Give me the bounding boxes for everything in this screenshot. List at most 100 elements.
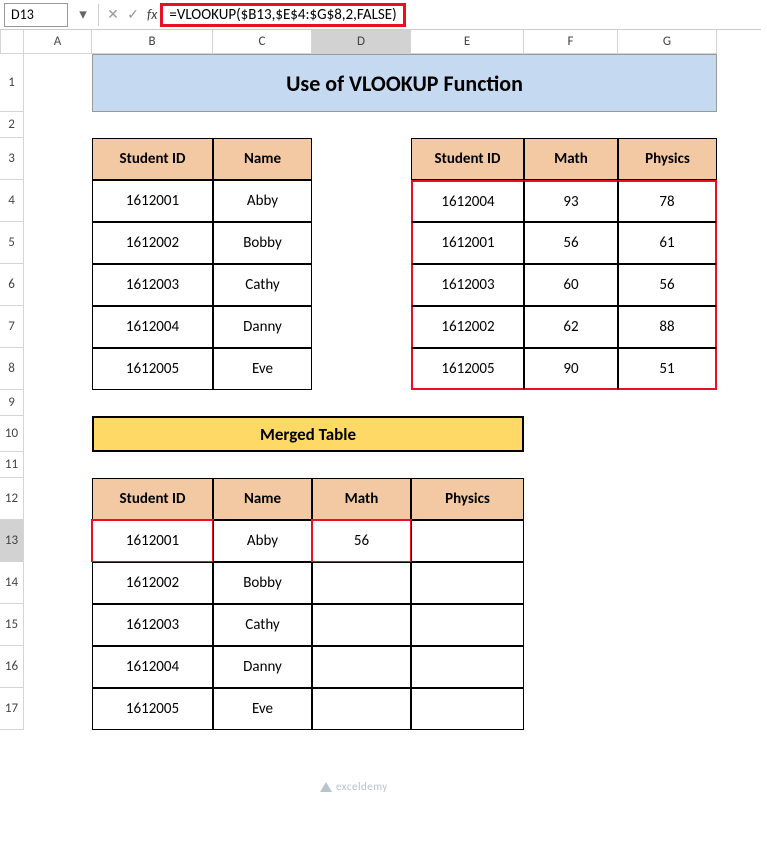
cell-D14[interactable] xyxy=(312,562,411,604)
cell-B7[interactable]: 1612004 xyxy=(92,306,213,348)
row-header-7[interactable]: 7 xyxy=(0,306,24,348)
col-header-B[interactable]: B xyxy=(92,30,213,54)
cell-G3[interactable]: Physics xyxy=(618,138,717,180)
cell-D12[interactable]: Math xyxy=(312,478,411,520)
cell-E2[interactable] xyxy=(411,112,524,138)
cell-B16[interactable]: 1612004 xyxy=(92,646,213,688)
cell-F2[interactable] xyxy=(524,112,618,138)
cell-E6[interactable]: 1612003 xyxy=(411,264,524,306)
cell-F9[interactable] xyxy=(524,390,618,416)
cell-G7[interactable]: 88 xyxy=(618,306,717,348)
cell-C7[interactable]: Danny xyxy=(213,306,312,348)
cell-C5[interactable]: Bobby xyxy=(213,222,312,264)
cell-B12[interactable]: Student ID xyxy=(92,478,213,520)
cell-D13[interactable]: 56 xyxy=(312,520,411,562)
name-box[interactable]: D13 xyxy=(4,3,68,27)
cell-E4[interactable]: 1612004 xyxy=(411,180,524,222)
cell-D7[interactable] xyxy=(312,306,411,348)
cell-A13[interactable] xyxy=(24,520,92,562)
col-header-D[interactable]: D xyxy=(312,30,411,54)
cell-G12[interactable] xyxy=(618,478,717,520)
cell-E14[interactable] xyxy=(411,562,524,604)
cell-E7[interactable]: 1612002 xyxy=(411,306,524,348)
cell-A5[interactable] xyxy=(24,222,92,264)
cell-A14[interactable] xyxy=(24,562,92,604)
cell-F17[interactable] xyxy=(524,688,618,730)
cell-E3[interactable]: Student ID xyxy=(411,138,524,180)
cell-E13[interactable] xyxy=(411,520,524,562)
row-header-15[interactable]: 15 xyxy=(0,604,24,646)
cell-C12[interactable]: Name xyxy=(213,478,312,520)
row-header-11[interactable]: 11 xyxy=(0,452,24,478)
cell-A4[interactable] xyxy=(24,180,92,222)
cell-G5[interactable]: 61 xyxy=(618,222,717,264)
cell-F13[interactable] xyxy=(524,520,618,562)
cell-E9[interactable] xyxy=(411,390,524,416)
cell-B11[interactable] xyxy=(92,452,213,478)
cell-F15[interactable] xyxy=(524,604,618,646)
cell-C16[interactable]: Danny xyxy=(213,646,312,688)
cell-E17[interactable] xyxy=(411,688,524,730)
cell-F5[interactable]: 56 xyxy=(524,222,618,264)
cell-A16[interactable] xyxy=(24,646,92,688)
col-header-F[interactable]: F xyxy=(524,30,618,54)
cell-C17[interactable]: Eve xyxy=(213,688,312,730)
cell-G13[interactable] xyxy=(618,520,717,562)
cell-A15[interactable] xyxy=(24,604,92,646)
cell-D8[interactable] xyxy=(312,348,411,390)
cell-F14[interactable] xyxy=(524,562,618,604)
cell-G8[interactable]: 51 xyxy=(618,348,717,390)
cell-B6[interactable]: 1612003 xyxy=(92,264,213,306)
cell-B8[interactable]: 1612005 xyxy=(92,348,213,390)
cell-A17[interactable] xyxy=(24,688,92,730)
cell-F3[interactable]: Math xyxy=(524,138,618,180)
cell-A2[interactable] xyxy=(24,112,92,138)
cell-A6[interactable] xyxy=(24,264,92,306)
cancel-icon[interactable]: ✕ xyxy=(103,6,123,23)
cell-F6[interactable]: 60 xyxy=(524,264,618,306)
cell-G6[interactable]: 56 xyxy=(618,264,717,306)
cell-A11[interactable] xyxy=(24,452,92,478)
row-header-17[interactable]: 17 xyxy=(0,688,24,730)
col-header-E[interactable]: E xyxy=(411,30,524,54)
cell-C13[interactable]: Abby xyxy=(213,520,312,562)
cell-E16[interactable] xyxy=(411,646,524,688)
cell-A9[interactable] xyxy=(24,390,92,416)
cell-D2[interactable] xyxy=(312,112,411,138)
cell-F12[interactable] xyxy=(524,478,618,520)
row-header-8[interactable]: 8 xyxy=(0,348,24,390)
cell-D15[interactable] xyxy=(312,604,411,646)
cell-E11[interactable] xyxy=(411,452,524,478)
cell-G16[interactable] xyxy=(618,646,717,688)
cell-B17[interactable]: 1612005 xyxy=(92,688,213,730)
cell-A10[interactable] xyxy=(24,416,92,452)
cell-A1[interactable] xyxy=(24,54,92,112)
cell-B5[interactable]: 1612002 xyxy=(92,222,213,264)
cell-E5[interactable]: 1612001 xyxy=(411,222,524,264)
row-header-10[interactable]: 10 xyxy=(0,416,24,452)
cell-F8[interactable]: 90 xyxy=(524,348,618,390)
cell-F4[interactable]: 93 xyxy=(524,180,618,222)
cell-B4[interactable]: 1612001 xyxy=(92,180,213,222)
cell-C9[interactable] xyxy=(213,390,312,416)
cell-B15[interactable]: 1612003 xyxy=(92,604,213,646)
cell-E8[interactable]: 1612005 xyxy=(411,348,524,390)
cell-B13[interactable]: 1612001 xyxy=(92,520,213,562)
cell-F11[interactable] xyxy=(524,452,618,478)
row-header-4[interactable]: 4 xyxy=(0,180,24,222)
enter-icon[interactable]: ✓ xyxy=(123,6,143,23)
cell-B9[interactable] xyxy=(92,390,213,416)
formula-input[interactable]: =VLOOKUP($B13,$E$4:$G$8,2,FALSE) xyxy=(161,0,761,29)
cell-C2[interactable] xyxy=(213,112,312,138)
cell-C11[interactable] xyxy=(213,452,312,478)
merged-table-label[interactable]: Merged Table xyxy=(92,416,524,452)
row-header-3[interactable]: 3 xyxy=(0,138,24,180)
cell-C8[interactable]: Eve xyxy=(213,348,312,390)
cell-D5[interactable] xyxy=(312,222,411,264)
cell-F7[interactable]: 62 xyxy=(524,306,618,348)
cell-G4[interactable]: 78 xyxy=(618,180,717,222)
cell-A8[interactable] xyxy=(24,348,92,390)
cell-C3[interactable]: Name xyxy=(213,138,312,180)
row-header-13[interactable]: 13 xyxy=(0,520,24,562)
cell-B2[interactable] xyxy=(92,112,213,138)
